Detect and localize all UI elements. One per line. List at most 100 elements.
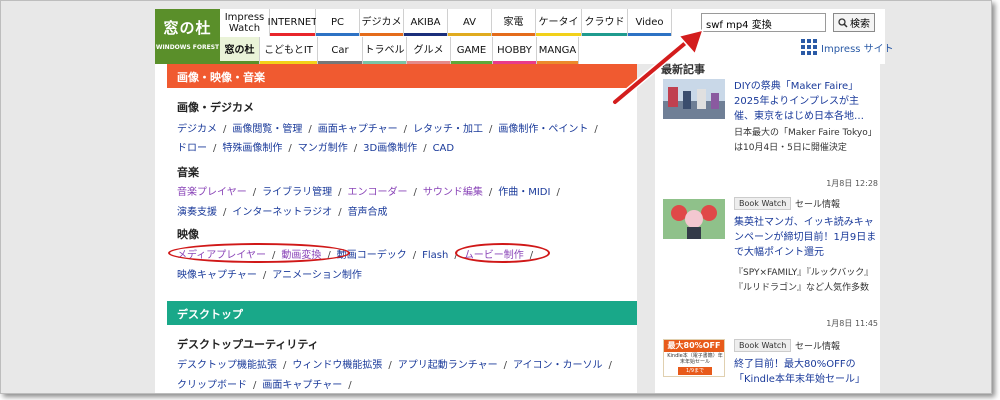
nav-tab-5[interactable]: AKIBA	[404, 9, 448, 36]
link-separator: /	[348, 380, 352, 391]
nav-tab-2[interactable]: INTERNET	[267, 9, 318, 36]
category-link[interactable]: クリップボード	[177, 380, 247, 391]
impress-site-link[interactable]: Impress サイト	[801, 39, 894, 55]
category-link[interactable]: サウンド編集	[423, 187, 483, 198]
article-badge[interactable]: Book Watch	[734, 339, 792, 352]
category-link[interactable]: 特殊画像制作	[222, 143, 282, 154]
nav-tab-color-bar	[220, 33, 269, 36]
category-link[interactable]: CAD	[433, 143, 455, 154]
link-separator: /	[556, 187, 560, 198]
category-link[interactable]: マンガ制作	[298, 143, 348, 154]
link-separator: /	[489, 124, 493, 135]
category-link[interactable]: 音楽プレイヤー	[177, 187, 247, 198]
nav-tab-3[interactable]: PC	[316, 9, 360, 36]
category-row: デスクトップ機能拡張 / ウィンドウ機能拡張 / アプリ起動ランチャー / アイコン・カーソ…	[177, 356, 618, 371]
category-link[interactable]: デスクトップ機能拡張	[177, 360, 277, 371]
category-panel: 画像・映像・音楽 画像・デジカメ デジカメ / 画像閲覧・管理 / 画面キャプチャー / レ…	[155, 64, 637, 393]
nav-tab-label: INTERNET	[267, 17, 318, 28]
article-item[interactable]: Book Watch セール情報 集英社マンガ、イッキ読みキャンペーンが締切目前…	[663, 197, 878, 332]
category-link[interactable]: レタッチ・加工	[413, 124, 483, 135]
category-row: 映像キャプチャー / アニメーション制作	[177, 266, 362, 281]
nav-tab-2[interactable]: こどもとIT	[260, 37, 318, 64]
category-link[interactable]: 画像閲覧・管理	[232, 124, 302, 135]
nav-tab-4[interactable]: トラベル	[363, 37, 407, 64]
nav-tab-color-bar	[448, 33, 491, 36]
article-title[interactable]: 終了目前！最大80%OFFの「Kindle本年末年始セール」	[734, 357, 878, 387]
link-separator: /	[288, 143, 292, 154]
category-row: 演奏支援 / インターネットラジオ / 音声合成	[177, 203, 388, 218]
category-link[interactable]: 作曲・MIDI	[498, 187, 550, 198]
link-separator: /	[308, 124, 312, 135]
link-separator: /	[223, 124, 227, 135]
subheading-desktop-utility: デスクトップユーティリティ	[177, 338, 319, 351]
category-link[interactable]: 音声合成	[348, 207, 388, 218]
logo-main: 窓の杜	[163, 19, 212, 37]
site-logo[interactable]: 窓の杜 WINDOWS FOREST	[155, 9, 220, 64]
link-separator: /	[403, 124, 408, 135]
link-separator: /	[353, 143, 358, 154]
category-link[interactable]: ドロー	[177, 143, 207, 154]
category-link[interactable]: インターネットラジオ	[232, 207, 332, 218]
link-separator: /	[213, 143, 217, 154]
search-input[interactable]: swf mp4 変換	[701, 13, 826, 32]
nav-tab-label: グルメ	[413, 45, 444, 56]
article-item[interactable]: 最大80%OFF Kindle本（電子書籍）年末年始セール 1/9まで Book…	[663, 339, 878, 393]
category-link[interactable]: 演奏支援	[177, 207, 217, 218]
annotation-arrow-icon	[611, 28, 705, 106]
category-link[interactable]: 3D画像制作	[363, 143, 417, 154]
nav-tab-1[interactable]: Impress Watch	[220, 9, 270, 36]
article-title[interactable]: DIYの祭典「Maker Faire」2025年よりインプレスが主催、東京をはじ…	[734, 79, 878, 124]
category-link[interactable]: 画面キャプチャー	[262, 380, 342, 391]
category-link[interactable]: ウィンドウ機能拡張	[292, 360, 382, 371]
link-separator: /	[283, 360, 287, 371]
article-title[interactable]: 集英社マンガ、イッキ読みキャンペーンが締切目前！1月9日まで大幅ポイント還元	[734, 215, 878, 260]
category-link[interactable]: アプリ起動ランチャー	[398, 360, 498, 371]
category-link[interactable]: 画像制作・ペイント	[498, 124, 588, 135]
category-row: ドロー / 特殊画像制作 / マンガ制作 / 3D画像制作 / CAD	[177, 139, 454, 154]
article-timestamp: 1月8日 11:45	[826, 319, 878, 328]
nav-tab-label: Car	[331, 45, 349, 56]
nav-tab-1[interactable]: 窓の杜	[220, 37, 260, 64]
nav-tab-6[interactable]: GAME	[451, 37, 493, 64]
link-separator: /	[594, 124, 598, 135]
article-category[interactable]: セール情報	[795, 197, 840, 210]
subheading-music: 音楽	[177, 166, 199, 179]
article-timestamp: 1月8日 12:28	[826, 179, 878, 188]
search-button[interactable]: 検索	[833, 13, 875, 32]
nav-tab-6[interactable]: AV	[448, 9, 492, 36]
category-link[interactable]: ライブラリ管理	[262, 187, 332, 198]
category-row: クリップボード / 画面キャプチャー /	[177, 376, 358, 391]
category-row: デジカメ / 画像閲覧・管理 / 画面キャプチャー / レタッチ・加工 / 画像制作・ペイント /	[177, 120, 604, 135]
nav-tab-7[interactable]: HOBBY	[493, 37, 537, 64]
subheading-video: 映像	[177, 228, 199, 241]
nav-tab-label: HOBBY	[497, 45, 532, 56]
category-link[interactable]: エンコーダー	[347, 187, 407, 198]
nav-tab-5[interactable]: グルメ	[407, 37, 451, 64]
article-category[interactable]: セール情報	[795, 339, 840, 352]
category-link[interactable]: アイコン・カーソル	[513, 360, 603, 371]
article-thumbnail[interactable]	[663, 199, 725, 239]
nav-tab-7[interactable]: 家電	[492, 9, 536, 36]
highlight-ellipse-media-player	[168, 243, 350, 263]
article-thumbnail[interactable]: 最大80%OFF Kindle本（電子書籍）年末年始セール 1/9まで	[663, 339, 725, 377]
category-link[interactable]: 映像キャプチャー	[177, 270, 257, 281]
category-link[interactable]: デジカメ	[177, 124, 217, 135]
nav-tab-color-bar	[270, 33, 315, 36]
link-separator: /	[262, 270, 267, 281]
nav-tab-3[interactable]: Car	[318, 37, 363, 64]
nav-tab-8[interactable]: ケータイ	[536, 9, 582, 36]
article-badge[interactable]: Book Watch	[734, 197, 792, 210]
category-link[interactable]: アニメーション制作	[272, 270, 362, 281]
nav-tab-color-bar	[316, 33, 359, 36]
nav-tab-color-bar	[404, 33, 447, 36]
nav-tab-8[interactable]: MANGA	[537, 37, 579, 64]
article-description: 日本最大の「Maker Faire Tokyo」は10月4日・5日に開催決定	[734, 128, 877, 153]
nav-tab-label: トラベル	[364, 45, 405, 56]
nav-tab-label: PC	[330, 17, 344, 28]
link-separator: /	[488, 187, 493, 198]
category-link[interactable]: Flash	[422, 250, 448, 261]
nav-tab-4[interactable]: デジカメ	[360, 9, 404, 36]
nav-tab-label: GAME	[456, 45, 487, 56]
category-link[interactable]: 画面キャプチャー	[318, 124, 398, 135]
thumbnail-sale-date: 1/9まで	[678, 367, 712, 375]
